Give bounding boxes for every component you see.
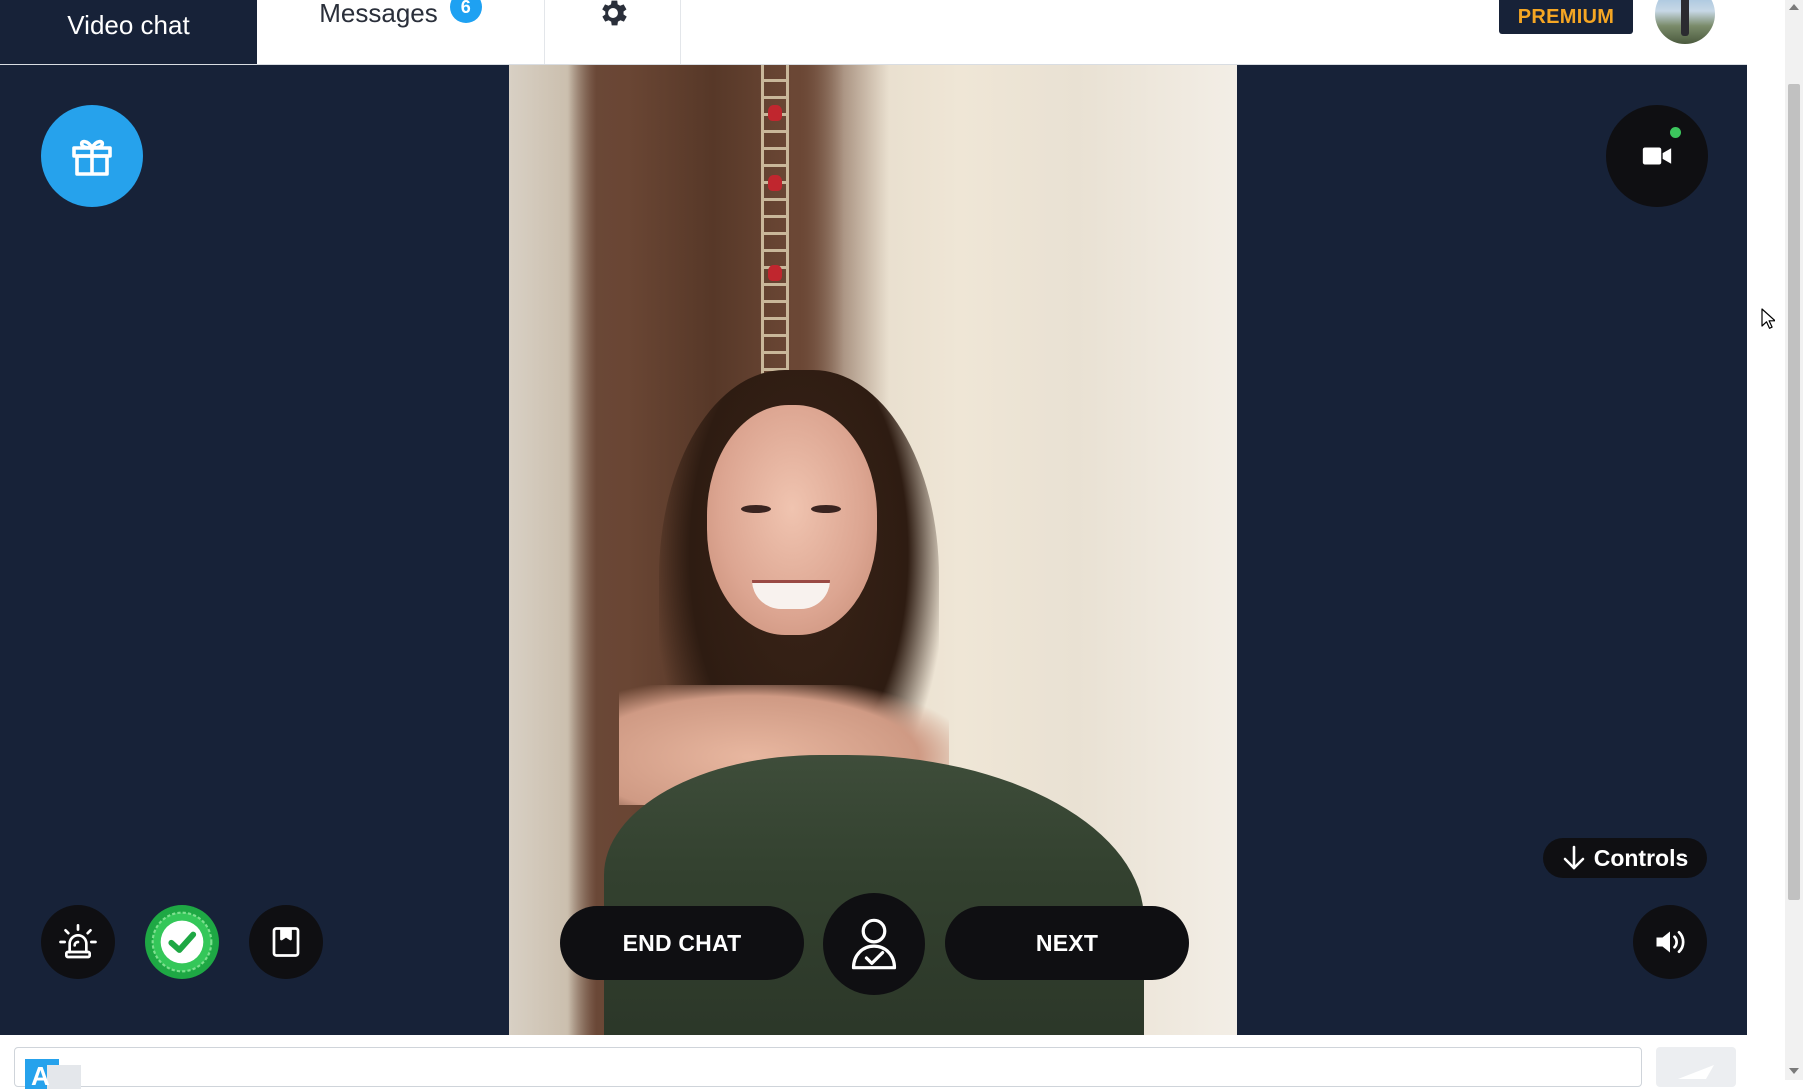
svg-text:A: A [31,1061,50,1089]
tab-video-chat-label: Video chat [67,9,190,40]
video-decoration-ladder [761,65,789,375]
chat-input-bar: A ... [0,1035,1747,1089]
camera-toggle-button[interactable] [1606,105,1708,207]
translate-icon[interactable]: A ... [25,1059,81,1089]
user-avatar[interactable] [1655,0,1715,44]
volume-button[interactable] [1633,905,1707,979]
send-button[interactable] [1656,1047,1736,1087]
messages-count-badge: 6 [449,0,482,23]
tab-messages[interactable]: Messages 6 [257,0,545,64]
video-camera-icon [1642,147,1672,165]
scroll-down-arrow-icon[interactable] [1789,1068,1799,1074]
arrow-down-icon [1563,845,1585,870]
bookmark-icon [272,927,300,957]
gear-icon [602,0,627,26]
verified-button[interactable] [145,905,219,979]
profile-button[interactable] [823,893,925,995]
mouse-cursor-icon [1761,308,1775,329]
settings-button[interactable] [546,0,681,64]
end-chat-button[interactable]: END CHAT [560,906,804,980]
volume-icon [1656,930,1685,954]
premium-button[interactable]: PREMIUM [1499,0,1633,34]
gift-button[interactable] [41,105,143,207]
video-person-eye [811,505,841,513]
video-person-eye [741,505,771,513]
page-scrollbar[interactable] [1785,0,1803,1080]
tab-video-chat[interactable]: Video chat [0,0,257,64]
video-stage: Controls END CHAT NEXT [0,65,1747,1035]
verified-badge-icon [151,911,213,973]
chat-message-input[interactable] [14,1047,1642,1087]
next-label: NEXT [1035,929,1099,956]
alarm-icon [59,924,97,959]
camera-status-indicator [1670,127,1681,138]
gift-icon [72,139,112,176]
controls-toggle-button[interactable]: Controls [1543,838,1707,878]
scrollbar-thumb[interactable] [1788,84,1800,900]
send-icon [1678,1065,1714,1079]
report-button[interactable] [41,905,115,979]
user-check-icon [851,918,897,970]
scroll-up-arrow-icon[interactable] [1789,4,1799,10]
top-navigation-bar: Video chat Messages 6 PREMIUM [0,0,1747,65]
avatar-figure [1681,0,1689,36]
next-button[interactable]: NEXT [945,906,1189,980]
remote-video-feed [509,65,1237,1035]
controls-label: Controls [1593,844,1689,871]
bookmark-button[interactable] [249,905,323,979]
tab-messages-label: Messages [319,0,438,28]
end-chat-label: END CHAT [622,929,742,956]
premium-label: PREMIUM [1517,5,1615,28]
